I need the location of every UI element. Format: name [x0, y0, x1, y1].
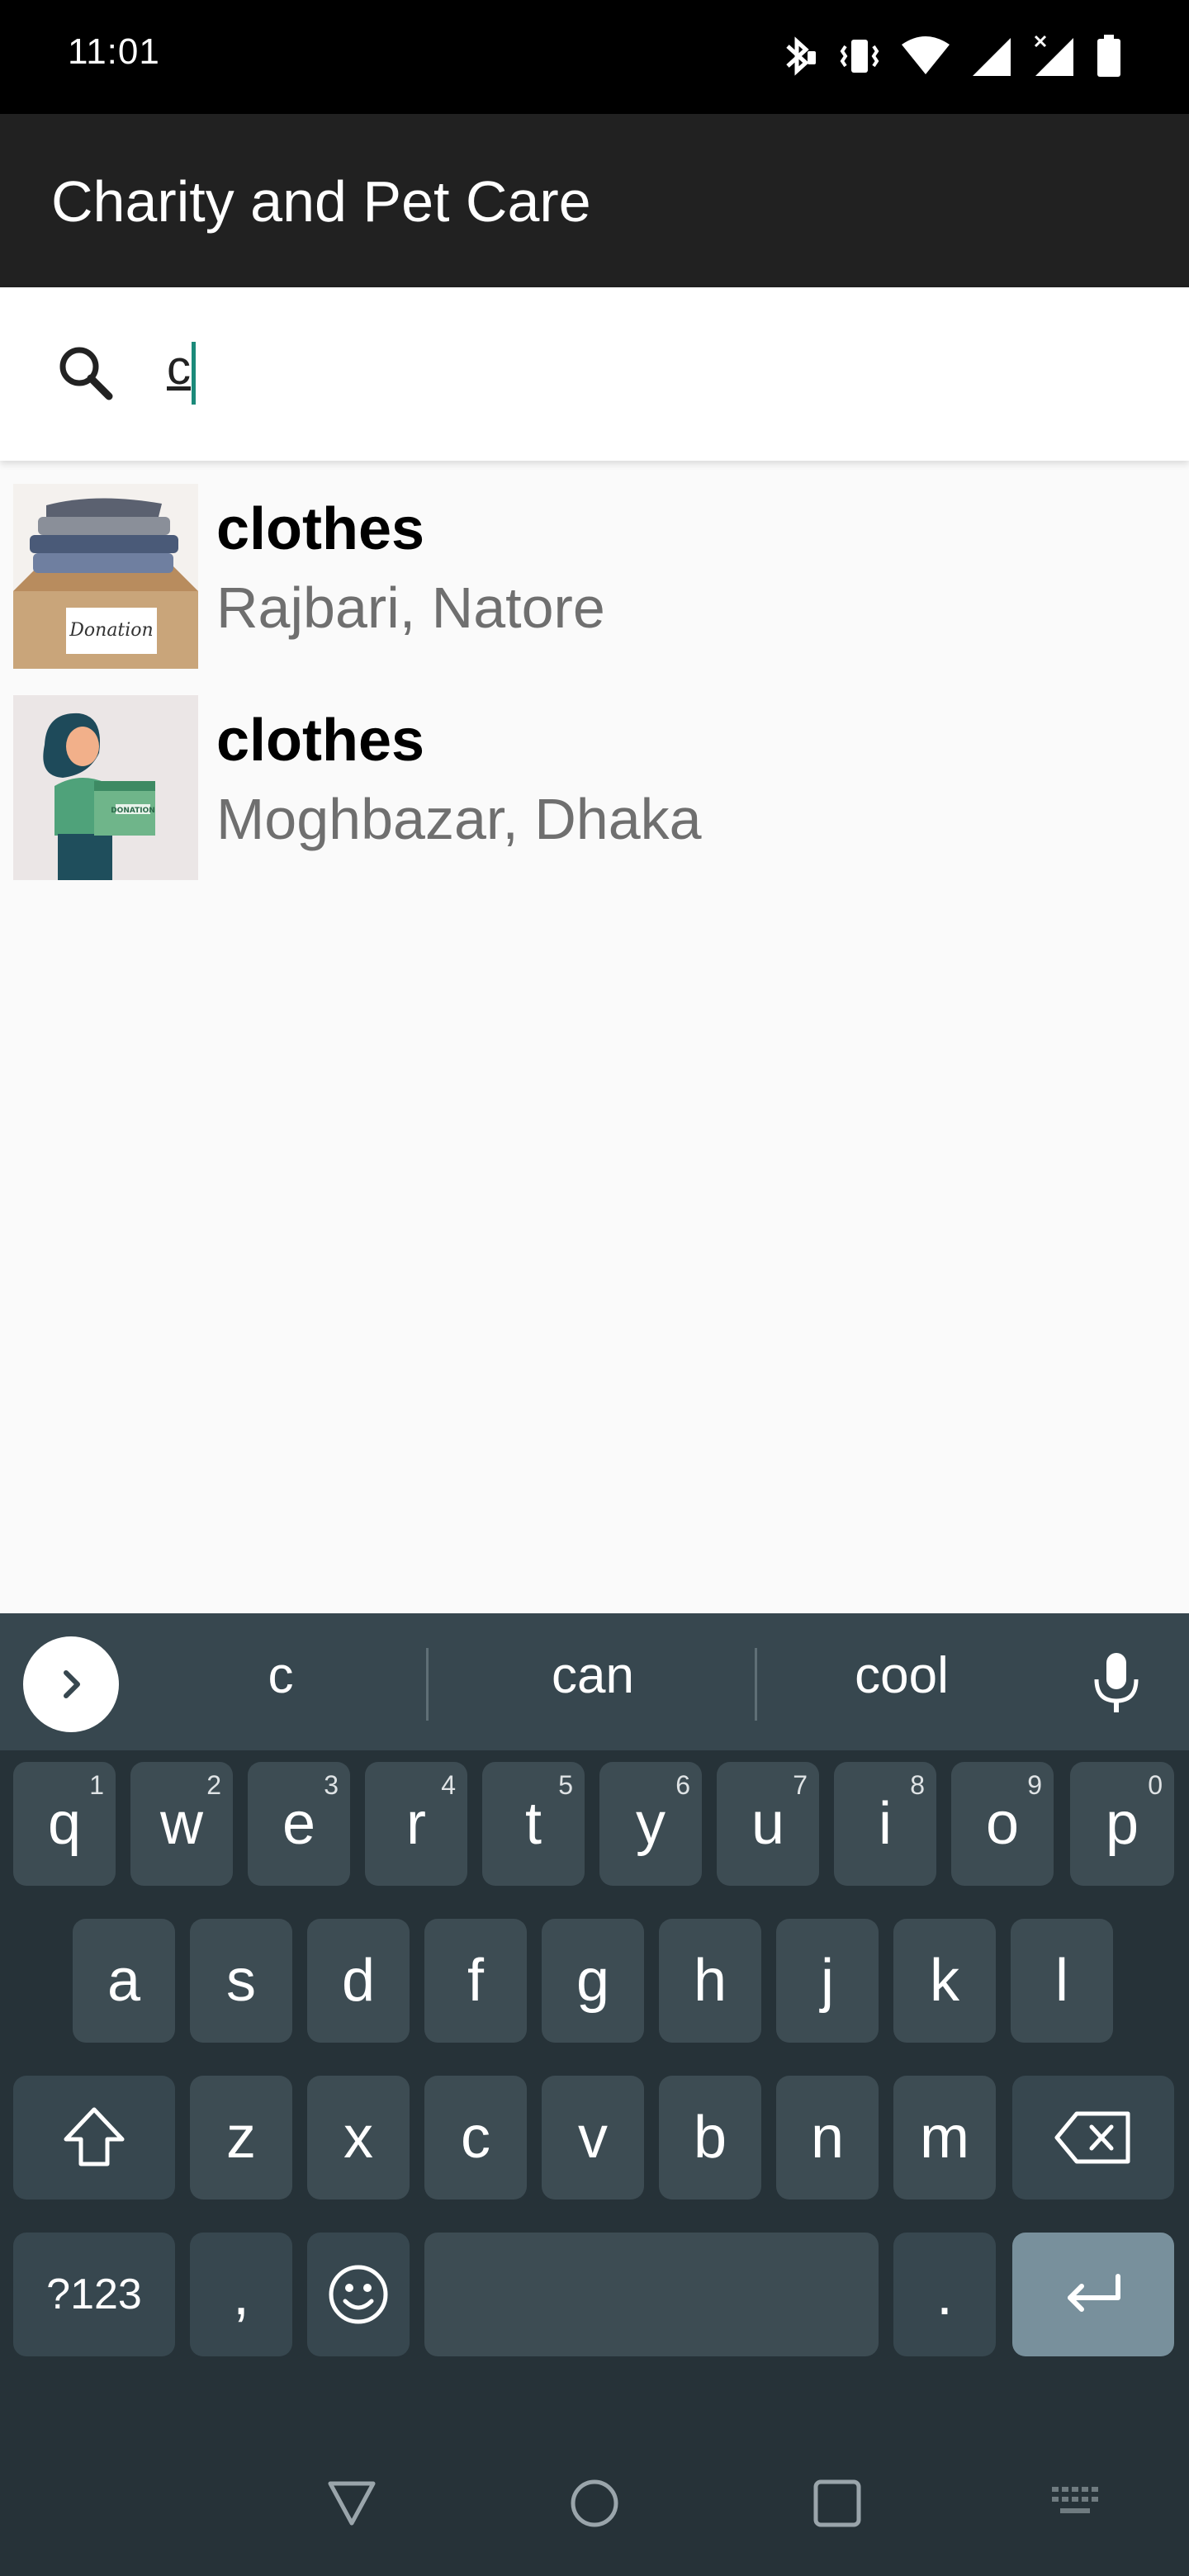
- vibrate-icon: [840, 40, 879, 73]
- emoji-icon: [329, 2265, 388, 2324]
- key-label: w: [160, 1791, 203, 1857]
- key-hint: 3: [324, 1770, 339, 1800]
- shift-icon: [64, 2107, 125, 2166]
- key-u[interactable]: u7: [717, 1762, 819, 1886]
- key-hint: 0: [1148, 1770, 1163, 1800]
- key-f[interactable]: f: [424, 1919, 527, 2043]
- key-v[interactable]: v: [542, 2076, 644, 2200]
- emoji-key[interactable]: [307, 2233, 410, 2356]
- key-h[interactable]: h: [659, 1919, 761, 2043]
- battery-icon: [1097, 35, 1120, 77]
- result-location: Rajbari, Natore: [216, 575, 605, 640]
- key-m[interactable]: m: [893, 2076, 996, 2200]
- bluetooth-icon: [786, 36, 816, 76]
- microphone-icon[interactable]: [1090, 1650, 1143, 1716]
- shift-key[interactable]: [13, 2076, 175, 2200]
- result-location: Moghbazar, Dhaka: [216, 787, 702, 851]
- key-e[interactable]: e3: [248, 1762, 350, 1886]
- symbols-key[interactable]: ?123: [13, 2233, 175, 2356]
- list-item[interactable]: DONATION clothes Moghbazar, Dhaka: [0, 684, 1189, 895]
- key-hint: 6: [675, 1770, 690, 1800]
- key-g[interactable]: g: [542, 1919, 644, 2043]
- keyboard-expand-button[interactable]: [23, 1636, 119, 1732]
- key-z[interactable]: z: [190, 2076, 292, 2200]
- key-label: y: [636, 1791, 666, 1857]
- key-label: e: [282, 1791, 316, 1857]
- search-icon: [59, 347, 113, 400]
- key-b[interactable]: b: [659, 2076, 761, 2200]
- key-label: t: [524, 1791, 542, 1857]
- key-label: q: [47, 1791, 82, 1857]
- key-j[interactable]: j: [776, 1919, 879, 2043]
- key-hint: 1: [89, 1770, 104, 1800]
- backspace-icon: [1054, 2111, 1130, 2164]
- key-hint: 9: [1027, 1770, 1042, 1800]
- key-t[interactable]: t5: [482, 1762, 585, 1886]
- key-p[interactable]: p0: [1070, 1762, 1174, 1886]
- key-k[interactable]: k: [893, 1919, 996, 2043]
- svg-text:DONATION: DONATION: [111, 807, 155, 815]
- keyboard-keys: q1 w2 e3 r4 t5 y6 u7 i8 o9 p0 a s d f g …: [0, 1750, 1189, 2576]
- suggestion-divider: [755, 1648, 757, 1721]
- key-label: i: [879, 1791, 892, 1857]
- keyboard-switch-icon[interactable]: [1049, 2482, 1101, 2522]
- svg-text:Donation: Donation: [69, 620, 153, 641]
- suggestion-divider: [426, 1648, 429, 1721]
- key-x[interactable]: x: [307, 2076, 410, 2200]
- key-l[interactable]: l: [1011, 1919, 1113, 2043]
- soft-keyboard: c can cool q1 w2 e3 r4 t5 y6 u7 i8 o9 p0…: [0, 1613, 1189, 2576]
- space-key[interactable]: [424, 2233, 879, 2356]
- search-bar[interactable]: c: [0, 287, 1189, 461]
- suggestion-item[interactable]: cool: [786, 1646, 1017, 1721]
- key-hint: 8: [910, 1770, 925, 1800]
- key-hint: 4: [441, 1770, 456, 1800]
- suggestion-item[interactable]: can: [477, 1646, 708, 1721]
- key-w[interactable]: w2: [130, 1762, 233, 1886]
- app-bar: Charity and Pet Care: [0, 114, 1189, 287]
- results-list: Donation clothes Rajbari, Natore DONATIO…: [0, 472, 1189, 895]
- search-input[interactable]: c: [167, 340, 191, 395]
- key-label: u: [751, 1791, 785, 1857]
- app-title: Charity and Pet Care: [51, 169, 591, 234]
- backspace-key[interactable]: [1012, 2076, 1174, 2200]
- key-s[interactable]: s: [190, 1919, 292, 2043]
- signal-no-data-icon: [1034, 35, 1073, 76]
- home-nav-icon[interactable]: [568, 2477, 621, 2530]
- list-item[interactable]: Donation clothes Rajbari, Natore: [0, 472, 1189, 684]
- woman-donation-box-thumbnail: DONATION: [13, 695, 198, 880]
- key-hint: 5: [558, 1770, 573, 1800]
- key-label: p: [1105, 1791, 1139, 1857]
- key-a[interactable]: a: [73, 1919, 175, 2043]
- suggestion-strip: c can cool: [0, 1613, 1189, 1750]
- period-key[interactable]: .: [893, 2233, 996, 2356]
- key-label: o: [985, 1791, 1020, 1857]
- key-r[interactable]: r4: [365, 1762, 467, 1886]
- key-y[interactable]: y6: [599, 1762, 702, 1886]
- comma-key[interactable]: ,: [190, 2233, 292, 2356]
- key-label: r: [406, 1791, 426, 1857]
- chevron-right-icon: [64, 1670, 80, 1698]
- key-q[interactable]: q1: [13, 1762, 116, 1886]
- donation-box-thumbnail: Donation: [13, 484, 198, 669]
- key-n[interactable]: n: [776, 2076, 879, 2200]
- text-cursor: [192, 342, 196, 405]
- enter-key[interactable]: [1012, 2233, 1174, 2356]
- enter-icon: [1068, 2274, 1120, 2312]
- result-title: clothes: [216, 496, 425, 562]
- status-time: 11:01: [68, 31, 160, 72]
- status-bar: 11:01: [0, 0, 1189, 114]
- status-icons: [776, 30, 1123, 83]
- back-nav-icon[interactable]: [325, 2477, 378, 2530]
- suggestion-item[interactable]: c: [165, 1646, 396, 1721]
- wifi-icon: [902, 36, 950, 74]
- key-d[interactable]: d: [307, 1919, 410, 2043]
- recents-nav-icon[interactable]: [811, 2477, 864, 2530]
- key-c[interactable]: c: [424, 2076, 527, 2200]
- signal-icon: [973, 38, 1011, 76]
- key-o[interactable]: o9: [951, 1762, 1054, 1886]
- key-hint: 2: [206, 1770, 221, 1800]
- result-title: clothes: [216, 708, 425, 774]
- key-i[interactable]: i8: [834, 1762, 936, 1886]
- key-hint: 7: [793, 1770, 808, 1800]
